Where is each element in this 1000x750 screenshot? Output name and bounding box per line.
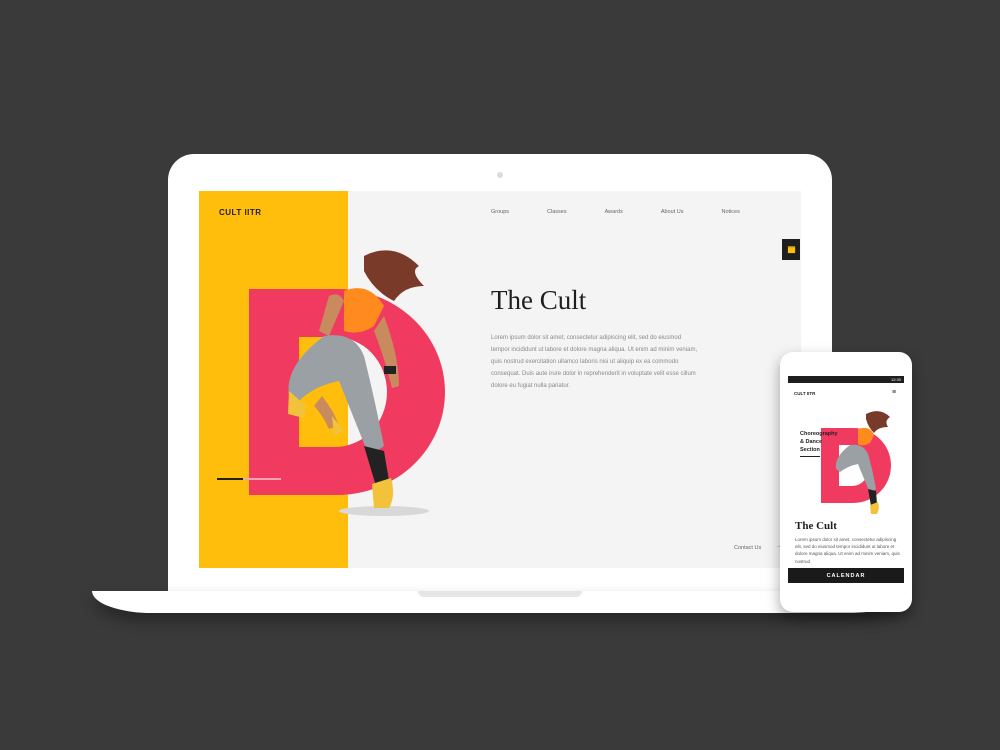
laptop-camera — [497, 172, 503, 178]
nav-item-about-us[interactable]: About Us — [661, 209, 684, 215]
intro-paragraph: Lorem ipsum dolor sit amet, consectetur … — [491, 335, 698, 389]
main-nav: Groups Classes Awards About Us Notices — [491, 209, 778, 215]
status-time: 12:30 — [890, 377, 901, 382]
nav-item-classes[interactable]: Classes — [547, 209, 567, 215]
contact-us-link[interactable]: Contact Us — [734, 545, 761, 551]
calendar-toggle-button[interactable] — [782, 239, 800, 260]
phone-screen: 12:30 CULT IITR ≡ Choreography & Dance S… — [788, 376, 904, 583]
mobile-intro-paragraph: Lorem ipsum dolor sit amet, consectetur … — [795, 537, 900, 564]
nav-item-groups[interactable]: Groups — [491, 209, 509, 215]
hamburger-menu-icon[interactable]: ≡ — [892, 389, 896, 396]
laptop-notch — [418, 591, 582, 597]
brand-logo[interactable]: CULT IITR — [219, 208, 262, 217]
mobile-brand-logo[interactable]: CULT IITR — [794, 391, 815, 396]
mobile-page-title: The Cult — [795, 520, 837, 532]
phone-frame: 12:30 CULT IITR ≡ Choreography & Dance S… — [780, 352, 912, 612]
nav-item-notices[interactable]: Notices — [721, 209, 739, 215]
nav-item-awards[interactable]: Awards — [605, 209, 623, 215]
laptop-screen: CULT IITR Groups Classes Awards About Us… — [199, 191, 801, 568]
slide-indicator[interactable] — [217, 478, 281, 480]
status-bar: 12:30 — [788, 376, 904, 383]
calendar-icon — [787, 246, 795, 254]
calendar-button[interactable]: CALENDAR — [788, 568, 904, 583]
page-title: The Cult — [491, 285, 587, 315]
section-heading: Choreography & Dance Section — [800, 430, 848, 457]
mobile-dancer-image — [835, 411, 890, 514]
dancer-image — [288, 250, 429, 516]
